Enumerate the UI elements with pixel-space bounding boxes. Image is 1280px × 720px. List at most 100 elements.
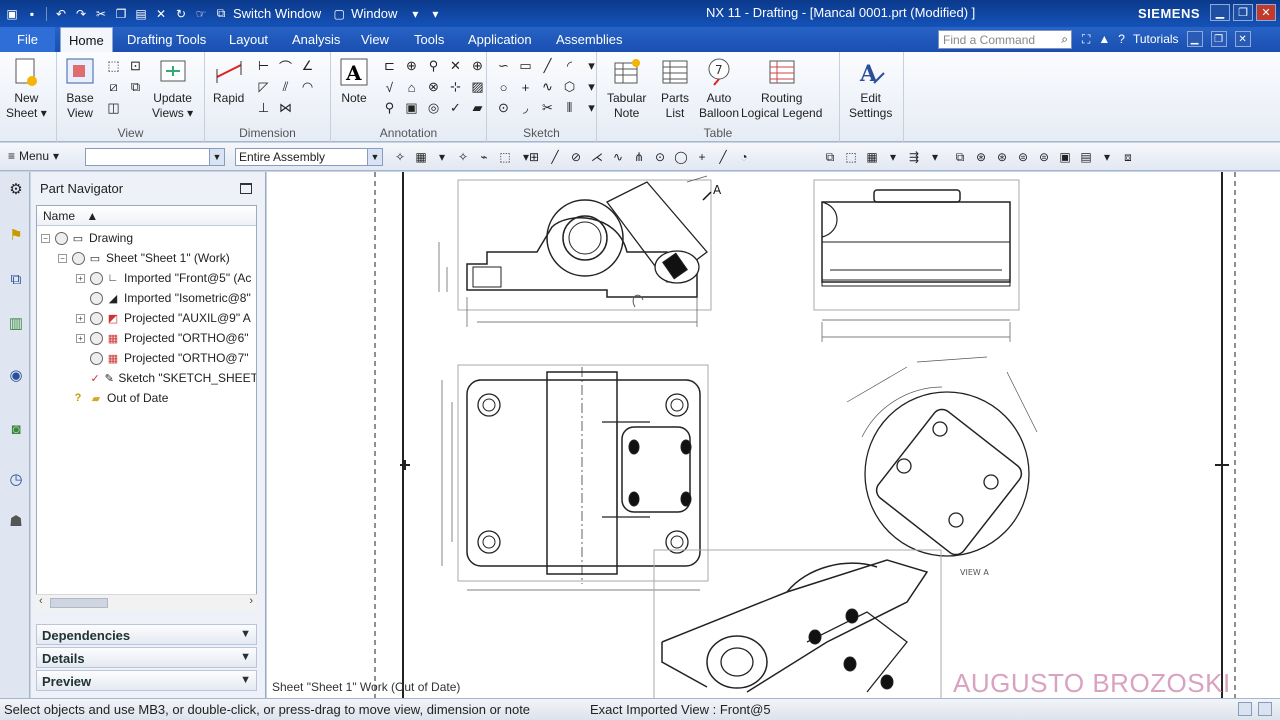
auto-balloon-button[interactable]: 7 Auto Balloon xyxy=(699,56,739,121)
parts-list-button[interactable]: Parts List xyxy=(660,56,690,121)
fill-icon[interactable]: ▰ xyxy=(469,100,486,116)
history-icon[interactable]: ◷ xyxy=(5,466,27,492)
section-view-icon[interactable]: ⧄ xyxy=(105,79,122,95)
filter-dropdown-icon[interactable]: ▾ xyxy=(434,149,450,165)
tab-analysis[interactable]: Analysis xyxy=(292,27,340,52)
assembly-navigator-icon[interactable]: ⚑ xyxy=(5,222,27,248)
settings-icon[interactable]: ⚙ xyxy=(5,176,27,202)
ellipse-icon[interactable]: ⊙ xyxy=(495,100,512,116)
arc-length-icon[interactable]: ◠ xyxy=(299,79,316,95)
move-view-icon[interactable]: ⊜ xyxy=(1015,149,1031,165)
help-icon[interactable]: ? xyxy=(1118,32,1125,46)
undo-icon[interactable]: ↶ xyxy=(53,6,69,22)
view-label-icon[interactable]: ⊛ xyxy=(973,149,989,165)
chevron-down-icon[interactable]: ▼ xyxy=(209,149,224,165)
weld-symbol-icon[interactable]: ⌂ xyxy=(403,79,420,95)
point-icon[interactable]: + xyxy=(517,79,534,95)
rectangle-icon[interactable]: ▭ xyxy=(517,58,534,74)
status-layout-icon[interactable] xyxy=(1258,702,1272,716)
maximize-icon[interactable] xyxy=(240,183,252,194)
rapid-dimension-button[interactable]: Rapid xyxy=(213,56,244,106)
display-sheet-icon[interactable]: ▣ xyxy=(1057,149,1073,165)
rectangle-select-icon[interactable]: ⬚ xyxy=(497,149,513,165)
tab-application[interactable]: Application xyxy=(468,27,532,52)
doc-minimize-icon[interactable]: ▁ xyxy=(1186,31,1203,47)
tab-layout[interactable]: Layout xyxy=(229,27,268,52)
fillet-icon[interactable]: ◞ xyxy=(517,100,534,116)
find-command-input[interactable]: Find a Command ⌕ xyxy=(938,30,1072,49)
zoom-window-icon[interactable]: ⬚ xyxy=(843,149,859,165)
minimize-icon[interactable]: ▁ xyxy=(1210,4,1230,21)
side-view[interactable] xyxy=(813,179,1020,342)
search-annotation-icon[interactable]: ⚲ xyxy=(381,100,398,116)
endpoint-snap-icon[interactable]: ⊞ xyxy=(526,149,542,165)
quadrant-snap-icon[interactable]: ◯ xyxy=(673,149,689,165)
details-panel-header[interactable]: Details ▼ xyxy=(36,647,257,668)
tree-item-auxiliary-view[interactable]: + ◩ Projected "AUXIL@9" A xyxy=(37,308,256,328)
layout-dropdown-icon[interactable]: ▾ xyxy=(885,149,901,165)
cut-icon[interactable]: ✂ xyxy=(93,6,109,22)
preview-panel-header[interactable]: Preview ▼ xyxy=(36,670,257,691)
scroll-left-icon[interactable]: ‹ xyxy=(39,595,43,607)
delete-icon[interactable]: ✕ xyxy=(153,6,169,22)
reuse-library-icon[interactable]: ▥ xyxy=(5,310,27,336)
window-dropdown-icon[interactable]: ▾ xyxy=(407,6,423,22)
target-icon[interactable]: ⊕ xyxy=(469,58,486,74)
detail-view-icon[interactable]: ⊡ xyxy=(127,58,144,74)
circle-icon[interactable]: ○ xyxy=(495,79,512,95)
switch-window-icon[interactable]: ⧉ xyxy=(213,6,229,22)
file-tab[interactable]: File xyxy=(0,27,55,52)
deselect-icon[interactable]: ✧ xyxy=(455,149,471,165)
search-icon[interactable]: ⌕ xyxy=(1061,32,1068,47)
datum-target-icon[interactable]: ⊗ xyxy=(425,79,442,95)
fullscreen-icon[interactable]: ⛶ xyxy=(1082,32,1090,47)
polygon-icon[interactable]: ⬡ xyxy=(561,79,578,95)
tree-item-out-of-date[interactable]: ? ▰ Out of Date xyxy=(37,388,256,408)
isometric-view[interactable] xyxy=(653,549,942,698)
offset-icon[interactable]: ⫴ xyxy=(561,100,578,116)
tree-item-sheet[interactable]: − ▭ Sheet "Sheet 1" (Work) xyxy=(37,248,256,268)
front-view[interactable]: A xyxy=(438,175,722,327)
tabular-note-button[interactable]: Tabular Note xyxy=(607,56,646,121)
repeat-command-icon[interactable]: ↻ xyxy=(173,6,189,22)
center-snap-icon[interactable]: ⊙ xyxy=(652,149,668,165)
layout-icon[interactable]: ▦ xyxy=(864,149,880,165)
tree-item-drawing[interactable]: − ▭ Drawing xyxy=(37,228,256,248)
selection-scope-select[interactable]: Entire Assembly ▼ xyxy=(235,148,383,166)
tree-item-ortho7-view[interactable]: ▦ Projected "ORTHO@7" xyxy=(37,348,256,368)
redo-icon[interactable]: ↷ xyxy=(73,6,89,22)
roles-icon[interactable]: ☗ xyxy=(5,508,27,534)
doc-close-icon[interactable]: ✕ xyxy=(1234,31,1251,47)
new-sheet-button[interactable]: New Sheet ▾ xyxy=(6,56,47,121)
tab-view[interactable]: View xyxy=(361,27,389,52)
ordinate-dimension-icon[interactable]: ⊥ xyxy=(255,100,272,116)
line-icon[interactable]: ╱ xyxy=(539,58,556,74)
thickness-dimension-icon[interactable]: ⫽ xyxy=(277,79,294,95)
intersection-snap-icon[interactable]: ⋌ xyxy=(589,149,605,165)
trim-icon[interactable]: ✂ xyxy=(539,100,556,116)
scroll-thumb[interactable] xyxy=(50,598,108,608)
update-views-button[interactable]: Update Views ▾ xyxy=(152,56,193,121)
view-boundary-icon[interactable]: ⊛ xyxy=(994,149,1010,165)
control-point-snap-icon[interactable]: ⊘ xyxy=(568,149,584,165)
perimeter-dimension-icon[interactable]: ⋈ xyxy=(277,100,294,116)
customize-icon[interactable]: ⧈ xyxy=(1120,149,1136,165)
tree-item-isometric-view[interactable]: ◢ Imported "Isometric@8" xyxy=(37,288,256,308)
linear-dimension-icon[interactable]: ⊢ xyxy=(255,58,272,74)
table-dropdown-icon[interactable]: ▾ xyxy=(1099,149,1115,165)
tree-column-header[interactable]: Name ▲ xyxy=(37,206,256,226)
projected-view-icon[interactable]: ⬚ xyxy=(105,58,122,74)
restore-icon[interactable]: ❐ xyxy=(1233,4,1253,21)
filter-icon[interactable]: ▦ xyxy=(413,149,429,165)
expand-icon[interactable]: + xyxy=(76,273,85,283)
arc-center-snap-icon[interactable]: ⋔ xyxy=(631,149,647,165)
select-all-icon[interactable]: ✧ xyxy=(392,149,408,165)
hd3d-tools-icon[interactable]: ◉ xyxy=(5,362,27,388)
touch-mode-icon[interactable]: ☞ xyxy=(193,6,209,22)
web-browser-icon[interactable]: ◙ xyxy=(5,416,27,442)
view-style-icon[interactable]: ⧉ xyxy=(952,149,968,165)
align-view-icon[interactable]: ⊜ xyxy=(1036,149,1052,165)
arc-icon[interactable]: ◜ xyxy=(561,58,578,74)
expand-icon[interactable]: + xyxy=(76,333,85,343)
window-menu-label[interactable]: Window xyxy=(351,6,397,21)
